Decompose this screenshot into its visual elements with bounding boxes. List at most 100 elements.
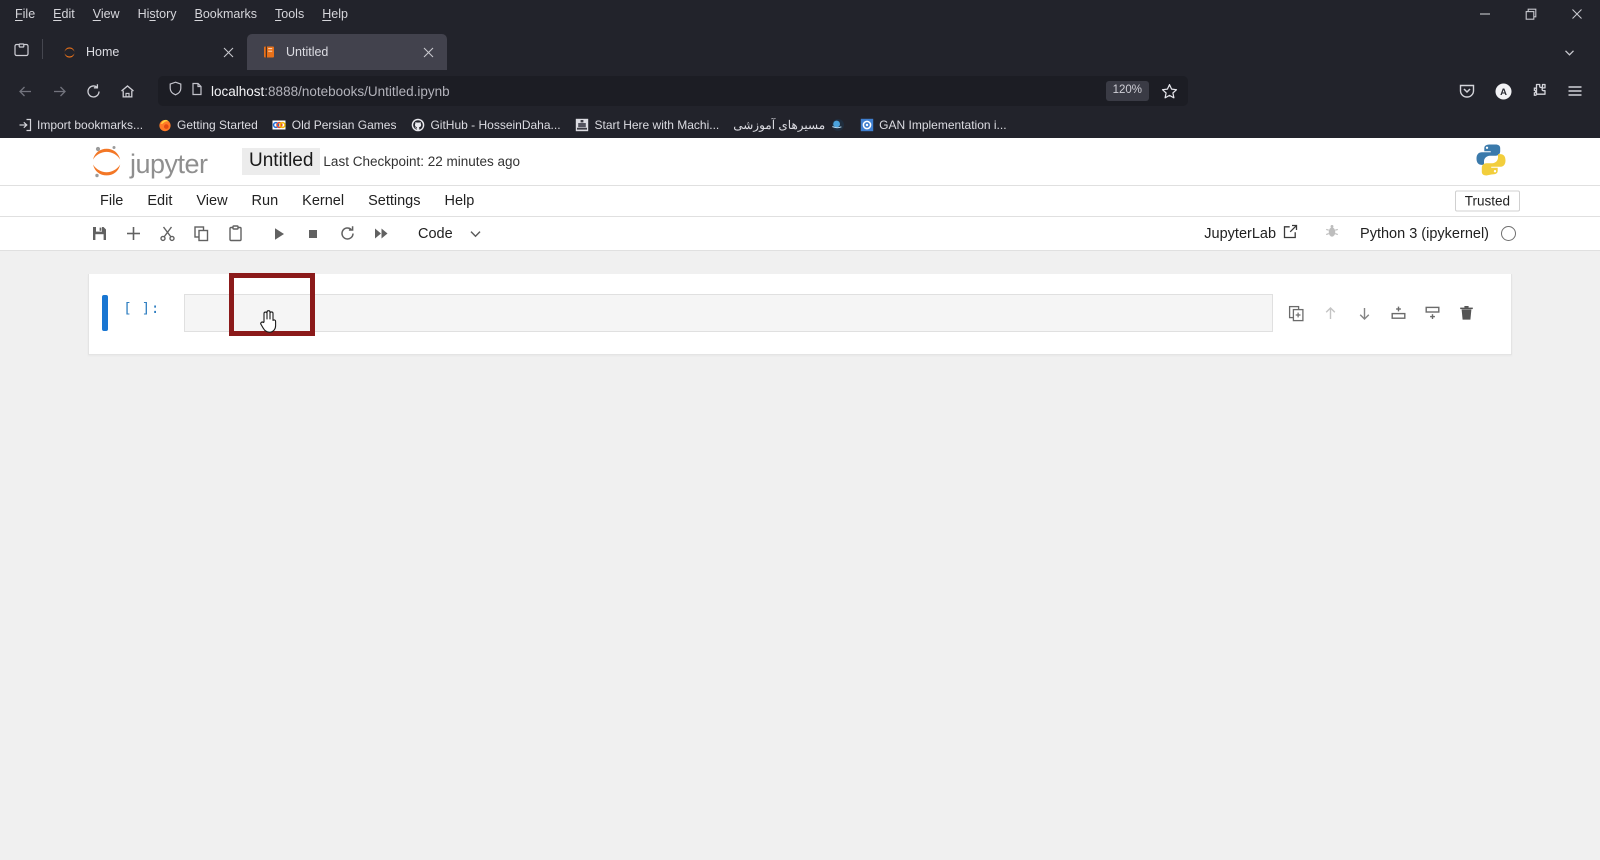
- bookmark-label: Getting Started: [177, 118, 258, 132]
- pocket-icon[interactable]: [1450, 75, 1484, 107]
- chevron-down-icon[interactable]: [459, 220, 493, 248]
- menubar-item-tools[interactable]: Tools: [266, 5, 313, 24]
- github-icon: [410, 118, 425, 133]
- jupyter-menu-edit[interactable]: Edit: [135, 190, 184, 212]
- menubar-item-bookmarks[interactable]: Bookmarks: [186, 5, 267, 24]
- browser-toolbar-icons: A: [1450, 75, 1592, 107]
- bookmark-gan-implementation[interactable]: GAN Implementation i...: [852, 116, 1013, 135]
- browser-tab-home[interactable]: Home: [47, 34, 247, 70]
- trusted-badge[interactable]: Trusted: [1454, 190, 1520, 212]
- url-text[interactable]: localhost:8888/notebooks/Untitled.ipynb: [211, 84, 1099, 99]
- bookmark-github[interactable]: GitHub - HosseinDaha...: [403, 116, 567, 135]
- bookmark-label: Start Here with Machi...: [594, 118, 720, 132]
- kernel-idle-circle-icon[interactable]: [1501, 226, 1516, 241]
- cell-prompt: [ ]:: [123, 301, 160, 317]
- jupyter-logo[interactable]: jupyter: [88, 142, 216, 182]
- menubar-item-file[interactable]: File: [6, 5, 44, 24]
- bookmark-star-icon[interactable]: [1156, 78, 1182, 104]
- menubar-item-help[interactable]: Help: [313, 5, 357, 24]
- notebook-title-area: Untitled Last Checkpoint: 22 minutes ago: [242, 148, 521, 175]
- tab-close-icon[interactable]: [419, 43, 437, 61]
- forward-arrow-icon[interactable]: [42, 75, 76, 107]
- svg-text:A: A: [1500, 87, 1507, 98]
- extensions-puzzle-icon[interactable]: [1522, 75, 1556, 107]
- machine-learning-icon: [575, 118, 590, 133]
- insert-cell-below-button[interactable]: [1415, 298, 1449, 328]
- bookmark-getting-started[interactable]: Getting Started: [150, 116, 265, 135]
- duplicate-cell-button[interactable]: [1279, 298, 1313, 328]
- browser-tab-untitled[interactable]: Untitled: [247, 34, 447, 70]
- kernel-name-label[interactable]: Python 3 (ipykernel): [1360, 226, 1489, 242]
- pointing-hand-cursor: [257, 308, 279, 339]
- bookmark-label: مسیرهای آموزشی: [733, 118, 826, 132]
- jupyter-header: jupyter Untitled Last Checkpoint: 22 min…: [0, 138, 1600, 186]
- list-all-tabs-icon[interactable]: [0, 28, 42, 70]
- firefox-account-avatar[interactable]: A: [1486, 75, 1520, 107]
- jupyterlab-label: JupyterLab: [1204, 225, 1277, 242]
- run-cell-button[interactable]: [262, 220, 296, 248]
- svg-text:jupyter: jupyter: [129, 149, 208, 179]
- close-icon[interactable]: [1554, 0, 1600, 28]
- bookmark-start-here-with-machine-learning[interactable]: Start Here with Machi...: [568, 116, 727, 135]
- menubar-item-history[interactable]: History: [129, 5, 186, 24]
- bookmarks-toolbar: Import bookmarks... Getting Started Old …: [0, 112, 1600, 138]
- bookmark-label: Import bookmarks...: [37, 118, 144, 132]
- browser-menubar: File Edit View History Bookmarks Tools H…: [0, 0, 1600, 28]
- menubar-item-view[interactable]: View: [84, 5, 129, 24]
- url-address-bar[interactable]: localhost:8888/notebooks/Untitled.ipynb …: [158, 76, 1188, 106]
- restart-and-run-all-button[interactable]: [364, 220, 398, 248]
- paste-cell-button[interactable]: [218, 220, 252, 248]
- delete-cell-button[interactable]: [1449, 298, 1483, 328]
- bookmark-learning-paths[interactable]: مسیرهای آموزشی: [726, 116, 852, 135]
- cell-code-input[interactable]: [184, 294, 1273, 332]
- app-menu-hamburger-icon[interactable]: [1558, 75, 1592, 107]
- minimize-icon[interactable]: [1462, 0, 1508, 28]
- insert-cell-button[interactable]: [116, 220, 150, 248]
- games-icon: [272, 118, 287, 133]
- notebook-cell[interactable]: [ ]:: [89, 294, 1511, 332]
- cut-cell-button[interactable]: [150, 220, 184, 248]
- cell-type-value: Code: [418, 225, 453, 242]
- notebook-toolbar: Code JupyterLab Python 3 (ipykernel): [0, 217, 1600, 251]
- external-link-icon: [1283, 224, 1298, 243]
- page-info-icon[interactable]: [190, 82, 204, 101]
- debugger-toggle-button[interactable]: [1312, 220, 1352, 248]
- copy-cell-button[interactable]: [184, 220, 218, 248]
- tab-close-icon[interactable]: [219, 43, 237, 61]
- save-button[interactable]: [82, 220, 116, 248]
- url-host: localhost: [211, 83, 265, 99]
- browser-tab-title: Untitled: [286, 45, 329, 59]
- tracking-protection-shield-icon[interactable]: [168, 81, 183, 101]
- firefox-browser-window: File Edit View History Bookmarks Tools H…: [0, 0, 1600, 860]
- jupyter-menu-help[interactable]: Help: [432, 190, 486, 212]
- cell-type-dropdown[interactable]: Code: [412, 220, 522, 248]
- restart-kernel-button[interactable]: [330, 220, 364, 248]
- bookmark-label: GitHub - HosseinDaha...: [430, 118, 561, 132]
- last-checkpoint-label: Last Checkpoint: 22 minutes ago: [323, 154, 521, 170]
- restore-icon[interactable]: [1508, 0, 1554, 28]
- bookmark-old-persian-games[interactable]: Old Persian Games: [265, 116, 404, 135]
- back-arrow-icon[interactable]: [8, 75, 42, 107]
- jupyter-menu-settings[interactable]: Settings: [356, 190, 432, 212]
- menubar-item-edit[interactable]: Edit: [44, 5, 84, 24]
- notebook-title[interactable]: Untitled: [242, 148, 321, 175]
- jupyter-favicon: [61, 44, 77, 60]
- insert-cell-above-button[interactable]: [1381, 298, 1415, 328]
- jupyter-menu-kernel[interactable]: Kernel: [290, 190, 356, 212]
- zoom-level-indicator[interactable]: 120%: [1105, 81, 1149, 101]
- browser-tab-title: Home: [86, 45, 120, 59]
- open-in-jupyterlab-button[interactable]: JupyterLab: [1198, 224, 1304, 243]
- navigation-toolbar: localhost:8888/notebooks/Untitled.ipynb …: [0, 70, 1600, 112]
- jupyter-notebook-page: jupyter Untitled Last Checkpoint: 22 min…: [0, 138, 1600, 860]
- home-icon[interactable]: [110, 75, 144, 107]
- jupyter-menu-view[interactable]: View: [184, 190, 239, 212]
- bookmark-import-bookmarks[interactable]: Import bookmarks...: [10, 116, 150, 135]
- stop-kernel-button[interactable]: [296, 220, 330, 248]
- move-cell-down-button[interactable]: [1347, 298, 1381, 328]
- move-cell-up-button[interactable]: [1313, 298, 1347, 328]
- reload-icon[interactable]: [76, 75, 110, 107]
- cell-toolbar: [1273, 294, 1483, 332]
- jupyter-menu-run[interactable]: Run: [240, 190, 291, 212]
- tab-list-chevron-icon[interactable]: [1546, 38, 1592, 66]
- jupyter-menu-file[interactable]: File: [88, 190, 135, 212]
